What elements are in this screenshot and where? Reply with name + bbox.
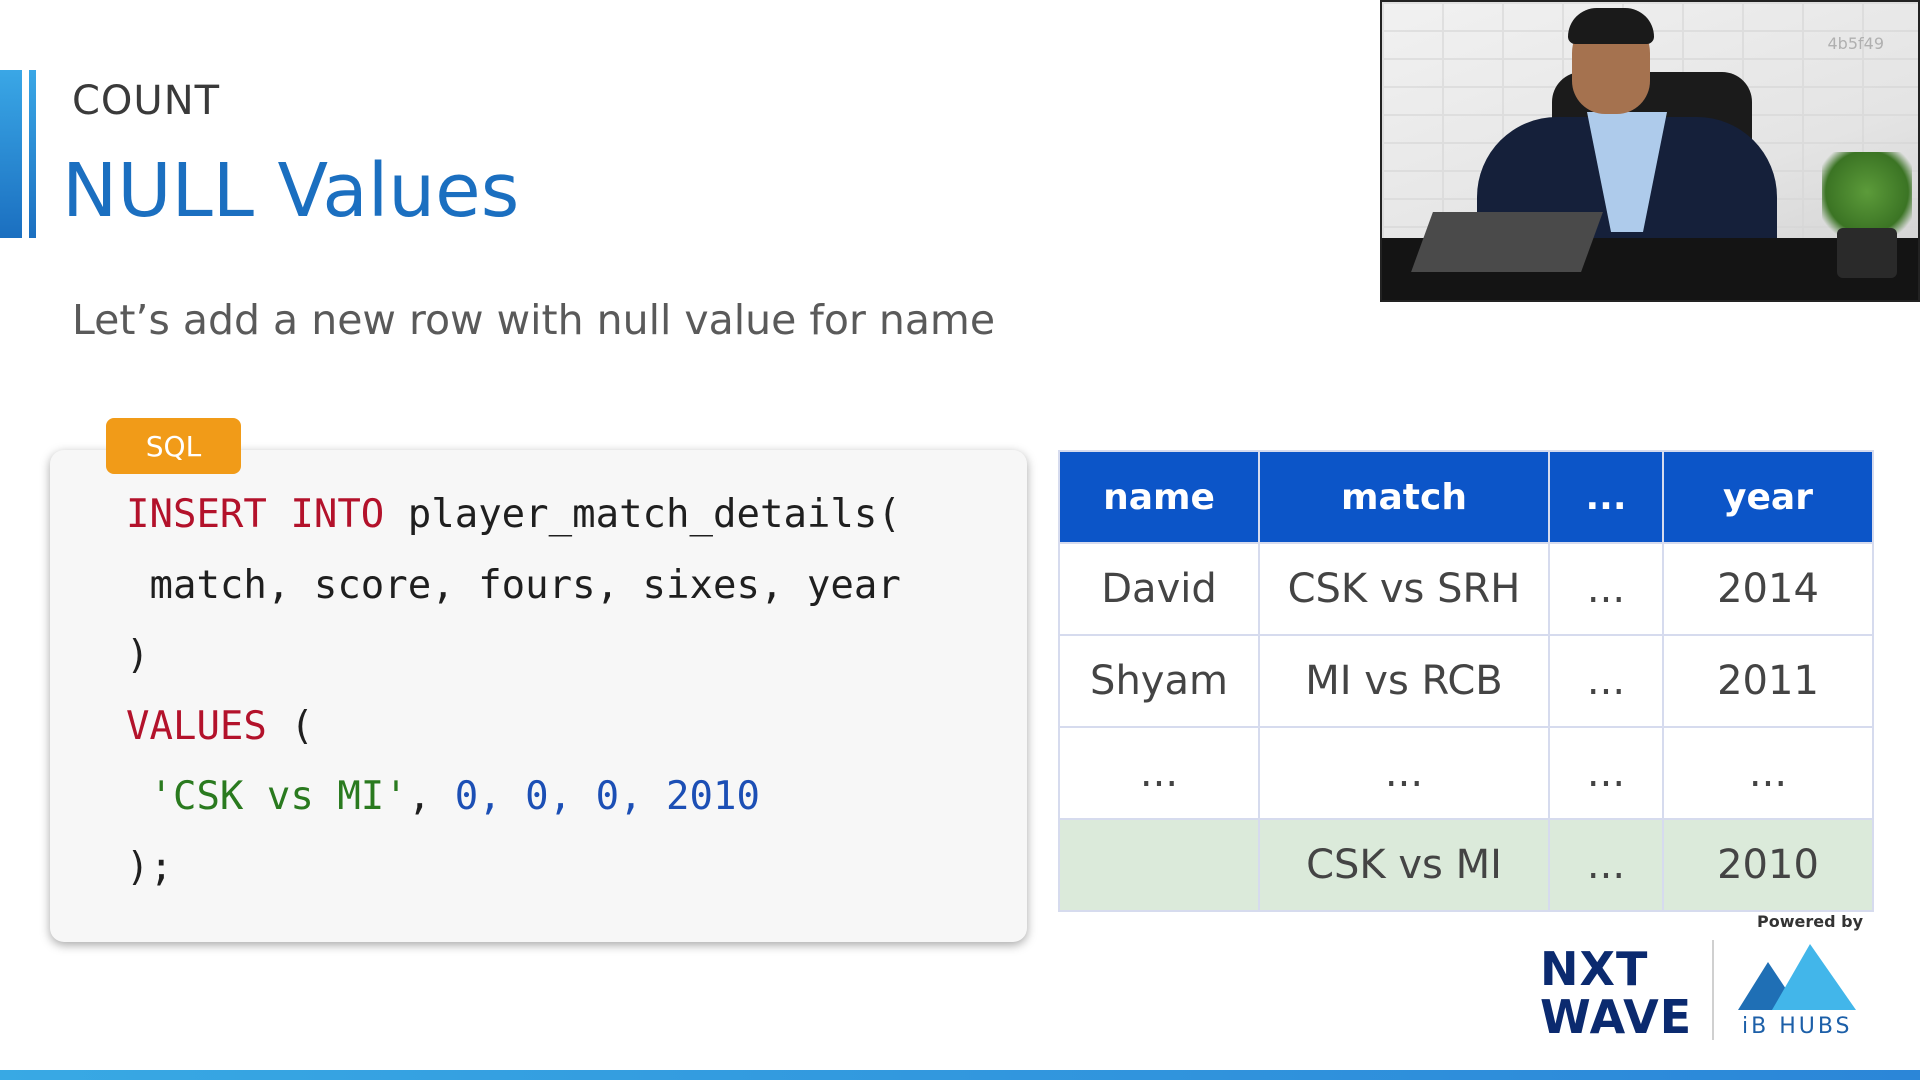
table-row: ... ... ... ... [1058,726,1874,820]
title-accent-bar-thin [29,70,36,238]
sql-language-tag: SQL [106,418,241,474]
table-cell: ... [1548,726,1664,820]
column-header-ellipsis: ... [1548,450,1664,544]
code-token: , [407,774,455,819]
table-cell: 2014 [1662,542,1874,636]
table-row-new-null-name: CSK vs MI ... 2010 [1058,818,1874,912]
presenter-video: 4b5f49 [1380,0,1920,302]
table-cell: ... [1548,542,1664,636]
code-line: VALUES ( [126,692,901,763]
code-token: player_match_details( [384,492,901,537]
code-line: match, score, fours, sixes, year [126,551,901,622]
table-row: David CSK vs SRH ... 2014 [1058,542,1874,636]
table-cell: 2011 [1662,634,1874,728]
table-cell: Shyam [1058,634,1260,728]
code-line: 'CSK vs MI', 0, 0, 0, 2010 [126,762,901,833]
code-line: ) [126,621,901,692]
code-line: ); [126,833,901,904]
nxtwave-logo-line1: NXT [1540,942,1649,996]
ibhubs-logo-text: iB HUBS [1742,1014,1853,1039]
video-watermark: 4b5f49 [1827,34,1884,53]
slide-title: NULL Values [62,148,520,234]
title-accent-bar [0,70,22,238]
table-cell: ... [1548,818,1664,912]
code-token: match, score, fours, sixes, year [126,562,901,608]
table-cell: ... [1548,634,1664,728]
presenter-hair [1568,8,1654,44]
table-cell: ... [1662,726,1874,820]
nxtwave-logo-line2: WAVE [1540,990,1693,1044]
table-cell: David [1058,542,1260,636]
powered-by-label: Powered by [1757,912,1863,931]
table-cell: ... [1258,726,1550,820]
player-match-table: name match ... year David CSK vs SRH ...… [1058,450,1874,912]
bottom-accent-strip [0,1070,1920,1080]
logo-divider [1712,940,1714,1040]
column-header-name: name [1058,450,1260,544]
code-token: ( [266,703,314,749]
table-header-row: name match ... year [1058,450,1874,544]
code-token: 'CSK vs MI' [126,774,408,819]
table-cell-null-name [1058,818,1260,912]
code-token: 0, 0, 0, 2010 [454,774,760,819]
nxtwave-logo: NXT WAVE [1540,945,1692,1041]
topic-label: COUNT [72,78,221,124]
table-row: Shyam MI vs RCB ... 2011 [1058,634,1874,728]
table-cell: 2010 [1662,818,1874,912]
plant-pot [1837,228,1897,278]
column-header-year: year [1662,450,1874,544]
code-token: ) [126,633,150,678]
code-line: INSERT INTO player_match_details( [126,480,901,551]
table-cell: CSK vs MI [1258,818,1550,912]
code-token: INSERT INTO [126,492,385,537]
table-cell: ... [1058,726,1260,820]
table-cell: MI vs RCB [1258,634,1550,728]
sql-code-block: INSERT INTO player_match_details( match,… [126,480,901,903]
code-token: VALUES [126,703,267,749]
slide-subtitle: Let’s add a new row with null value for … [72,296,996,344]
ibhubs-mountain-icon [1738,944,1856,1010]
code-token: ); [126,844,173,890]
table-cell: CSK vs SRH [1258,542,1550,636]
laptop [1411,212,1603,272]
column-header-match: match [1258,450,1550,544]
